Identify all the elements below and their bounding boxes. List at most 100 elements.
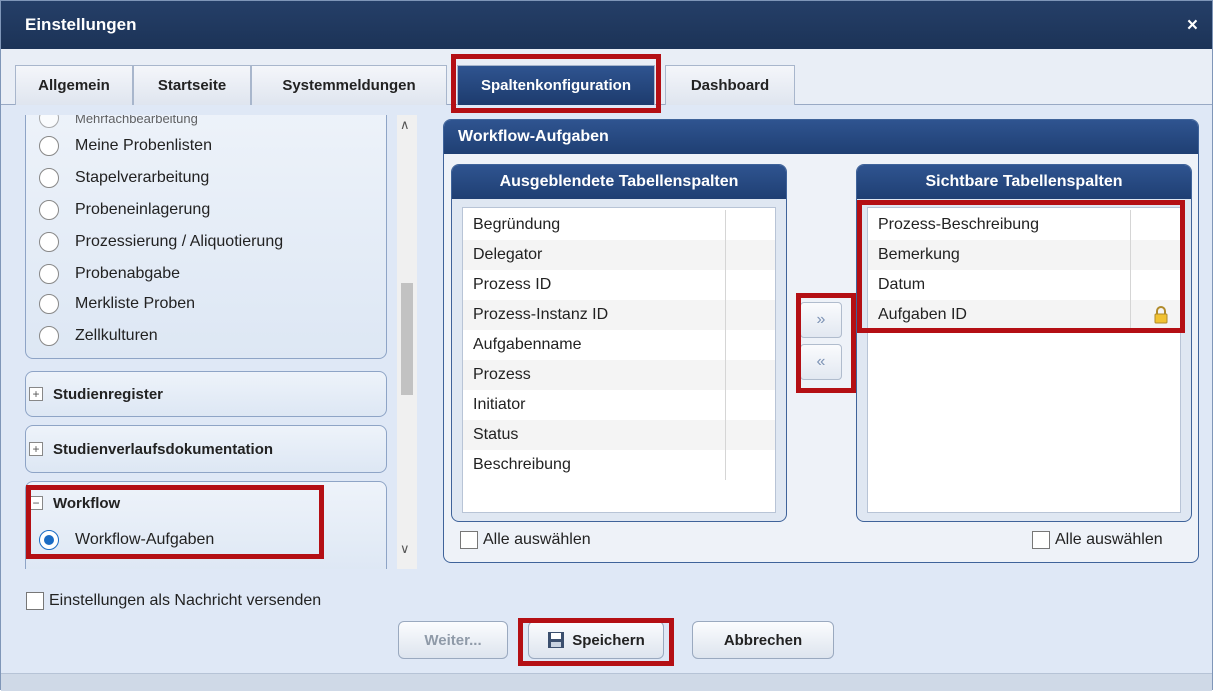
tab-systemmeldungen[interactable]: Systemmeldungen bbox=[251, 65, 447, 105]
select-all-visible[interactable]: Alle auswählen bbox=[1032, 529, 1163, 551]
list-item-label: Bemerkung bbox=[878, 246, 960, 263]
column-divider bbox=[725, 210, 726, 240]
expand-icon[interactable]: + bbox=[29, 387, 43, 401]
collapse-icon[interactable]: − bbox=[29, 496, 43, 510]
radio-meine-probenlisten[interactable]: Meine Probenlisten bbox=[39, 131, 212, 161]
checkbox-icon[interactable] bbox=[1032, 531, 1050, 549]
list-item-label: Prozess-Instanz ID bbox=[473, 306, 609, 323]
list-item[interactable]: Datum bbox=[868, 270, 1180, 300]
list-item[interactable]: Status bbox=[463, 420, 775, 450]
lock-icon bbox=[1154, 306, 1168, 324]
column-divider bbox=[1130, 210, 1131, 240]
move-right-button[interactable]: » bbox=[800, 302, 842, 338]
hidden-columns-title: Ausgeblendete Tabellenspalten bbox=[452, 165, 786, 199]
group-header-studienregister[interactable]: + Studienregister bbox=[29, 383, 163, 405]
send-message-option[interactable]: Einstellungen als Nachricht versenden bbox=[26, 590, 321, 612]
column-divider bbox=[1130, 300, 1131, 330]
list-item[interactable]: Begründung bbox=[463, 210, 775, 240]
module-tree: Mehrfachbearbeitung Meine Probenlisten S… bbox=[15, 115, 417, 569]
radio-icon bbox=[39, 264, 59, 284]
radio-workflow-aufgaben[interactable]: Workflow-Aufgaben bbox=[39, 525, 214, 555]
column-config-panel: Workflow-Aufgaben Ausgeblendete Tabellen… bbox=[443, 119, 1199, 563]
list-item-label: Prozess-Beschreibung bbox=[878, 216, 1039, 233]
list-item[interactable]: Prozess ID bbox=[463, 270, 775, 300]
visible-columns-box: Sichtbare Tabellenspalten Prozess-Beschr… bbox=[856, 164, 1192, 522]
group-header-workflow[interactable]: − Workflow bbox=[29, 492, 120, 514]
checkbox-label: Alle auswählen bbox=[483, 531, 591, 548]
next-button[interactable]: Weiter... bbox=[398, 621, 508, 659]
list-item-label: Prozess ID bbox=[473, 276, 552, 293]
radio-label: Probenabgabe bbox=[75, 265, 180, 282]
tab-startseite[interactable]: Startseite bbox=[133, 65, 251, 105]
list-item-label: Aufgabenname bbox=[473, 336, 582, 353]
radio-stapelverarbeitung[interactable]: Stapelverarbeitung bbox=[39, 163, 209, 193]
hidden-columns-list: Begründung Delegator Prozess ID Prozess-Ins… bbox=[462, 207, 776, 513]
list-item[interactable]: Initiator bbox=[463, 390, 775, 420]
cancel-button[interactable]: Abbrechen bbox=[692, 621, 834, 659]
radio-icon bbox=[39, 136, 59, 156]
column-divider bbox=[725, 450, 726, 480]
scroll-thumb[interactable] bbox=[401, 283, 413, 395]
close-icon[interactable]: × bbox=[1187, 15, 1198, 37]
list-item[interactable]: Prozess-Instanz ID bbox=[463, 300, 775, 330]
list-item[interactable]: Bemerkung bbox=[868, 240, 1180, 270]
group-header-studienverlauf[interactable]: + Studienverlaufsdokumentation bbox=[29, 438, 273, 460]
list-item-label: Aufgaben ID bbox=[878, 306, 967, 323]
radio-selected-icon bbox=[39, 530, 59, 550]
column-divider bbox=[725, 390, 726, 420]
list-item-label: Prozess bbox=[473, 366, 531, 383]
radio-icon bbox=[39, 200, 59, 220]
panel-title: Workflow-Aufgaben bbox=[444, 120, 1198, 154]
save-icon bbox=[548, 632, 565, 648]
visible-columns-title: Sichtbare Tabellenspalten bbox=[857, 165, 1191, 199]
list-item[interactable]: Prozess-Beschreibung bbox=[868, 210, 1180, 240]
status-bar bbox=[1, 673, 1212, 691]
move-left-button[interactable]: « bbox=[800, 344, 842, 380]
radio-label: Zellkulturen bbox=[75, 327, 158, 344]
save-button[interactable]: Speichern bbox=[528, 621, 664, 659]
column-divider bbox=[725, 360, 726, 390]
list-item-label: Delegator bbox=[473, 246, 543, 263]
select-all-hidden[interactable]: Alle auswählen bbox=[460, 529, 591, 551]
column-divider bbox=[725, 270, 726, 300]
tab-dashboard[interactable]: Dashboard bbox=[665, 65, 795, 105]
column-divider bbox=[725, 330, 726, 360]
radio-icon bbox=[39, 232, 59, 252]
radio-prozessierung[interactable]: Prozessierung / Aliquotierung bbox=[39, 227, 283, 257]
hidden-columns-box: Ausgeblendete Tabellenspalten Begründung… bbox=[451, 164, 787, 522]
checkbox-icon[interactable] bbox=[26, 592, 44, 610]
radio-zellkulturen[interactable]: Zellkulturen bbox=[39, 321, 158, 351]
radio-probeneinlagerung[interactable]: Probeneinlagerung bbox=[39, 195, 210, 225]
checkbox-label: Alle auswählen bbox=[1055, 531, 1163, 548]
list-item[interactable]: Aufgabenname bbox=[463, 330, 775, 360]
visible-columns-list: Prozess-Beschreibung Bemerkung Datum Aufgab… bbox=[867, 207, 1181, 513]
list-item[interactable]: Delegator bbox=[463, 240, 775, 270]
radio-label: Stapelverarbeitung bbox=[75, 169, 210, 186]
list-item[interactable]: Aufgaben ID bbox=[868, 300, 1180, 330]
tab-allgemein[interactable]: Allgemein bbox=[15, 65, 133, 105]
tab-bar: Allgemein Startseite Systemmeldungen Spa… bbox=[1, 49, 1212, 105]
radio-merkliste-proben[interactable]: Merkliste Proben bbox=[39, 289, 195, 319]
list-item[interactable]: Beschreibung bbox=[463, 450, 775, 480]
title-bar: Einstellungen × bbox=[1, 1, 1212, 49]
column-divider bbox=[725, 300, 726, 330]
radio-icon bbox=[39, 115, 59, 128]
tab-spaltenkonfiguration[interactable]: Spaltenkonfiguration bbox=[457, 65, 655, 105]
save-label: Speichern bbox=[572, 631, 645, 649]
left-scrollbar[interactable]: ∧ ∨ bbox=[397, 115, 417, 569]
group-label: Workflow bbox=[53, 494, 121, 512]
scroll-down-icon[interactable]: ∨ bbox=[400, 541, 410, 557]
list-item-label: Initiator bbox=[473, 396, 526, 413]
list-item-label: Begründung bbox=[473, 216, 561, 233]
radio-icon bbox=[39, 294, 59, 314]
column-divider bbox=[1130, 270, 1131, 300]
radio-label: Probeneinlagerung bbox=[75, 201, 211, 218]
list-item[interactable]: Prozess bbox=[463, 360, 775, 390]
list-item-label: Status bbox=[473, 426, 519, 443]
expand-icon[interactable]: + bbox=[29, 442, 43, 456]
checkbox-icon[interactable] bbox=[460, 531, 478, 549]
column-divider bbox=[725, 240, 726, 270]
scroll-up-icon[interactable]: ∧ bbox=[400, 117, 410, 133]
radio-probenabgabe[interactable]: Probenabgabe bbox=[39, 259, 180, 289]
radio-label: Workflow-Aufgaben bbox=[75, 531, 215, 548]
